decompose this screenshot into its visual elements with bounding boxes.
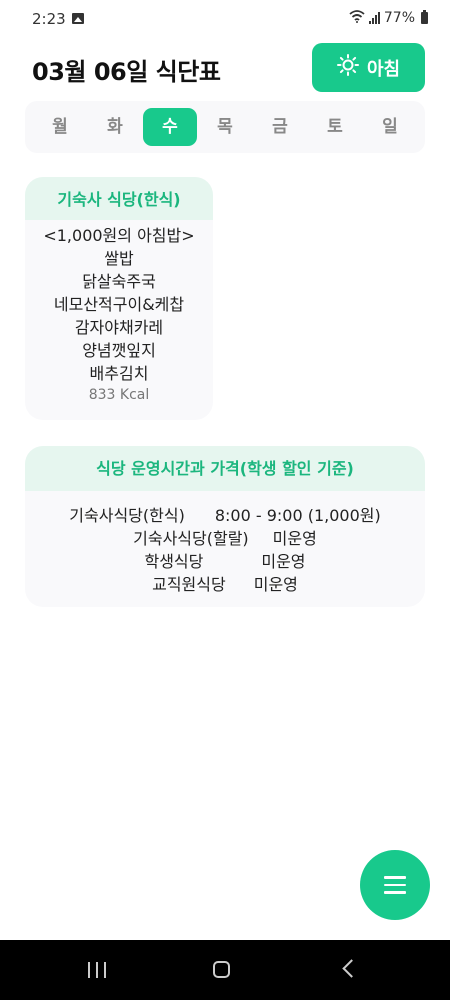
menu-item: 쌀밥 [104, 249, 134, 268]
status-time: 2:23 [32, 10, 66, 28]
restaurant-name: 학생식당 [144, 552, 204, 571]
page-title: 03월 06일 식단표 [32, 58, 221, 86]
sun-icon [336, 54, 359, 81]
hours-row: 학생식당 미운영 [25, 550, 425, 573]
recent-apps-icon[interactable] [88, 962, 106, 978]
back-icon[interactable] [342, 959, 361, 978]
restaurant-name: 교직원식당 [152, 575, 226, 594]
status-indicators: 77% [349, 10, 428, 26]
menu-list: <1,000원의 아침밥> 쌀밥 닭살숙주국 네모산적구이&케찹 감자야채카레 … [25, 220, 213, 403]
tab-monday[interactable]: 월 [33, 108, 87, 146]
menu-item: <1,000원의 아침밥> [43, 226, 195, 245]
home-icon[interactable] [213, 961, 230, 978]
menu-item: 양념깻잎지 [82, 341, 156, 360]
menu-item: 네모산적구이&케찹 [53, 295, 185, 314]
menu-item: 감자야채카레 [74, 318, 164, 337]
tab-wednesday[interactable]: 수 [143, 108, 197, 146]
hours-card-title: 식당 운영시간과 가격(학생 할인 기준) [25, 446, 425, 491]
tab-tuesday[interactable]: 화 [88, 108, 142, 146]
hours-row: 기숙사식당(한식) 8:00 - 9:00 (1,000원) [25, 504, 425, 527]
restaurant-hours: 8:00 - 9:00 (1,000원) [214, 506, 381, 525]
meal-time-button[interactable]: 아침 [312, 43, 425, 92]
tab-saturday[interactable]: 토 [308, 108, 362, 146]
menu-item: 닭살숙주국 [82, 272, 156, 291]
system-navigation-bar [0, 940, 450, 1000]
menu-card: 기숙사 식당(한식) <1,000원의 아침밥> 쌀밥 닭살숙주국 네모산적구이… [25, 177, 213, 420]
calorie-count: 833 Kcal [88, 387, 150, 403]
hours-row: 교직원식당 미운영 [25, 573, 425, 596]
wifi-icon [349, 10, 365, 26]
tab-thursday[interactable]: 목 [198, 108, 252, 146]
restaurant-hours: 미운영 [272, 529, 317, 548]
tab-sunday[interactable]: 일 [363, 108, 417, 146]
hours-card: 식당 운영시간과 가격(학생 할인 기준) 기숙사식당(한식) 8:00 - 9… [25, 446, 425, 607]
menu-icon [384, 876, 406, 894]
menu-item: 배추김치 [89, 364, 149, 383]
signal-icon [368, 12, 380, 24]
hours-list: 기숙사식당(한식) 8:00 - 9:00 (1,000원) 기숙사식당(할랄)… [25, 491, 425, 596]
battery-icon [421, 10, 428, 24]
battery-percent: 77% [383, 10, 415, 26]
weekday-selector: 월 화 수 목 금 토 일 [25, 101, 425, 153]
menu-card-title: 기숙사 식당(한식) [25, 177, 213, 220]
restaurant-name: 기숙사식당(한식) [69, 506, 185, 525]
gallery-notification-icon [72, 13, 84, 24]
restaurant-hours: 미운영 [253, 575, 298, 594]
restaurant-hours: 미운영 [261, 552, 306, 571]
tab-friday[interactable]: 금 [253, 108, 307, 146]
restaurant-name: 기숙사식당(할랄) [133, 529, 249, 548]
hours-row: 기숙사식당(할랄) 미운영 [25, 527, 425, 550]
status-bar: 2:23 77% [0, 0, 450, 38]
meal-button-label: 아침 [366, 58, 401, 80]
menu-fab-button[interactable] [360, 850, 430, 920]
